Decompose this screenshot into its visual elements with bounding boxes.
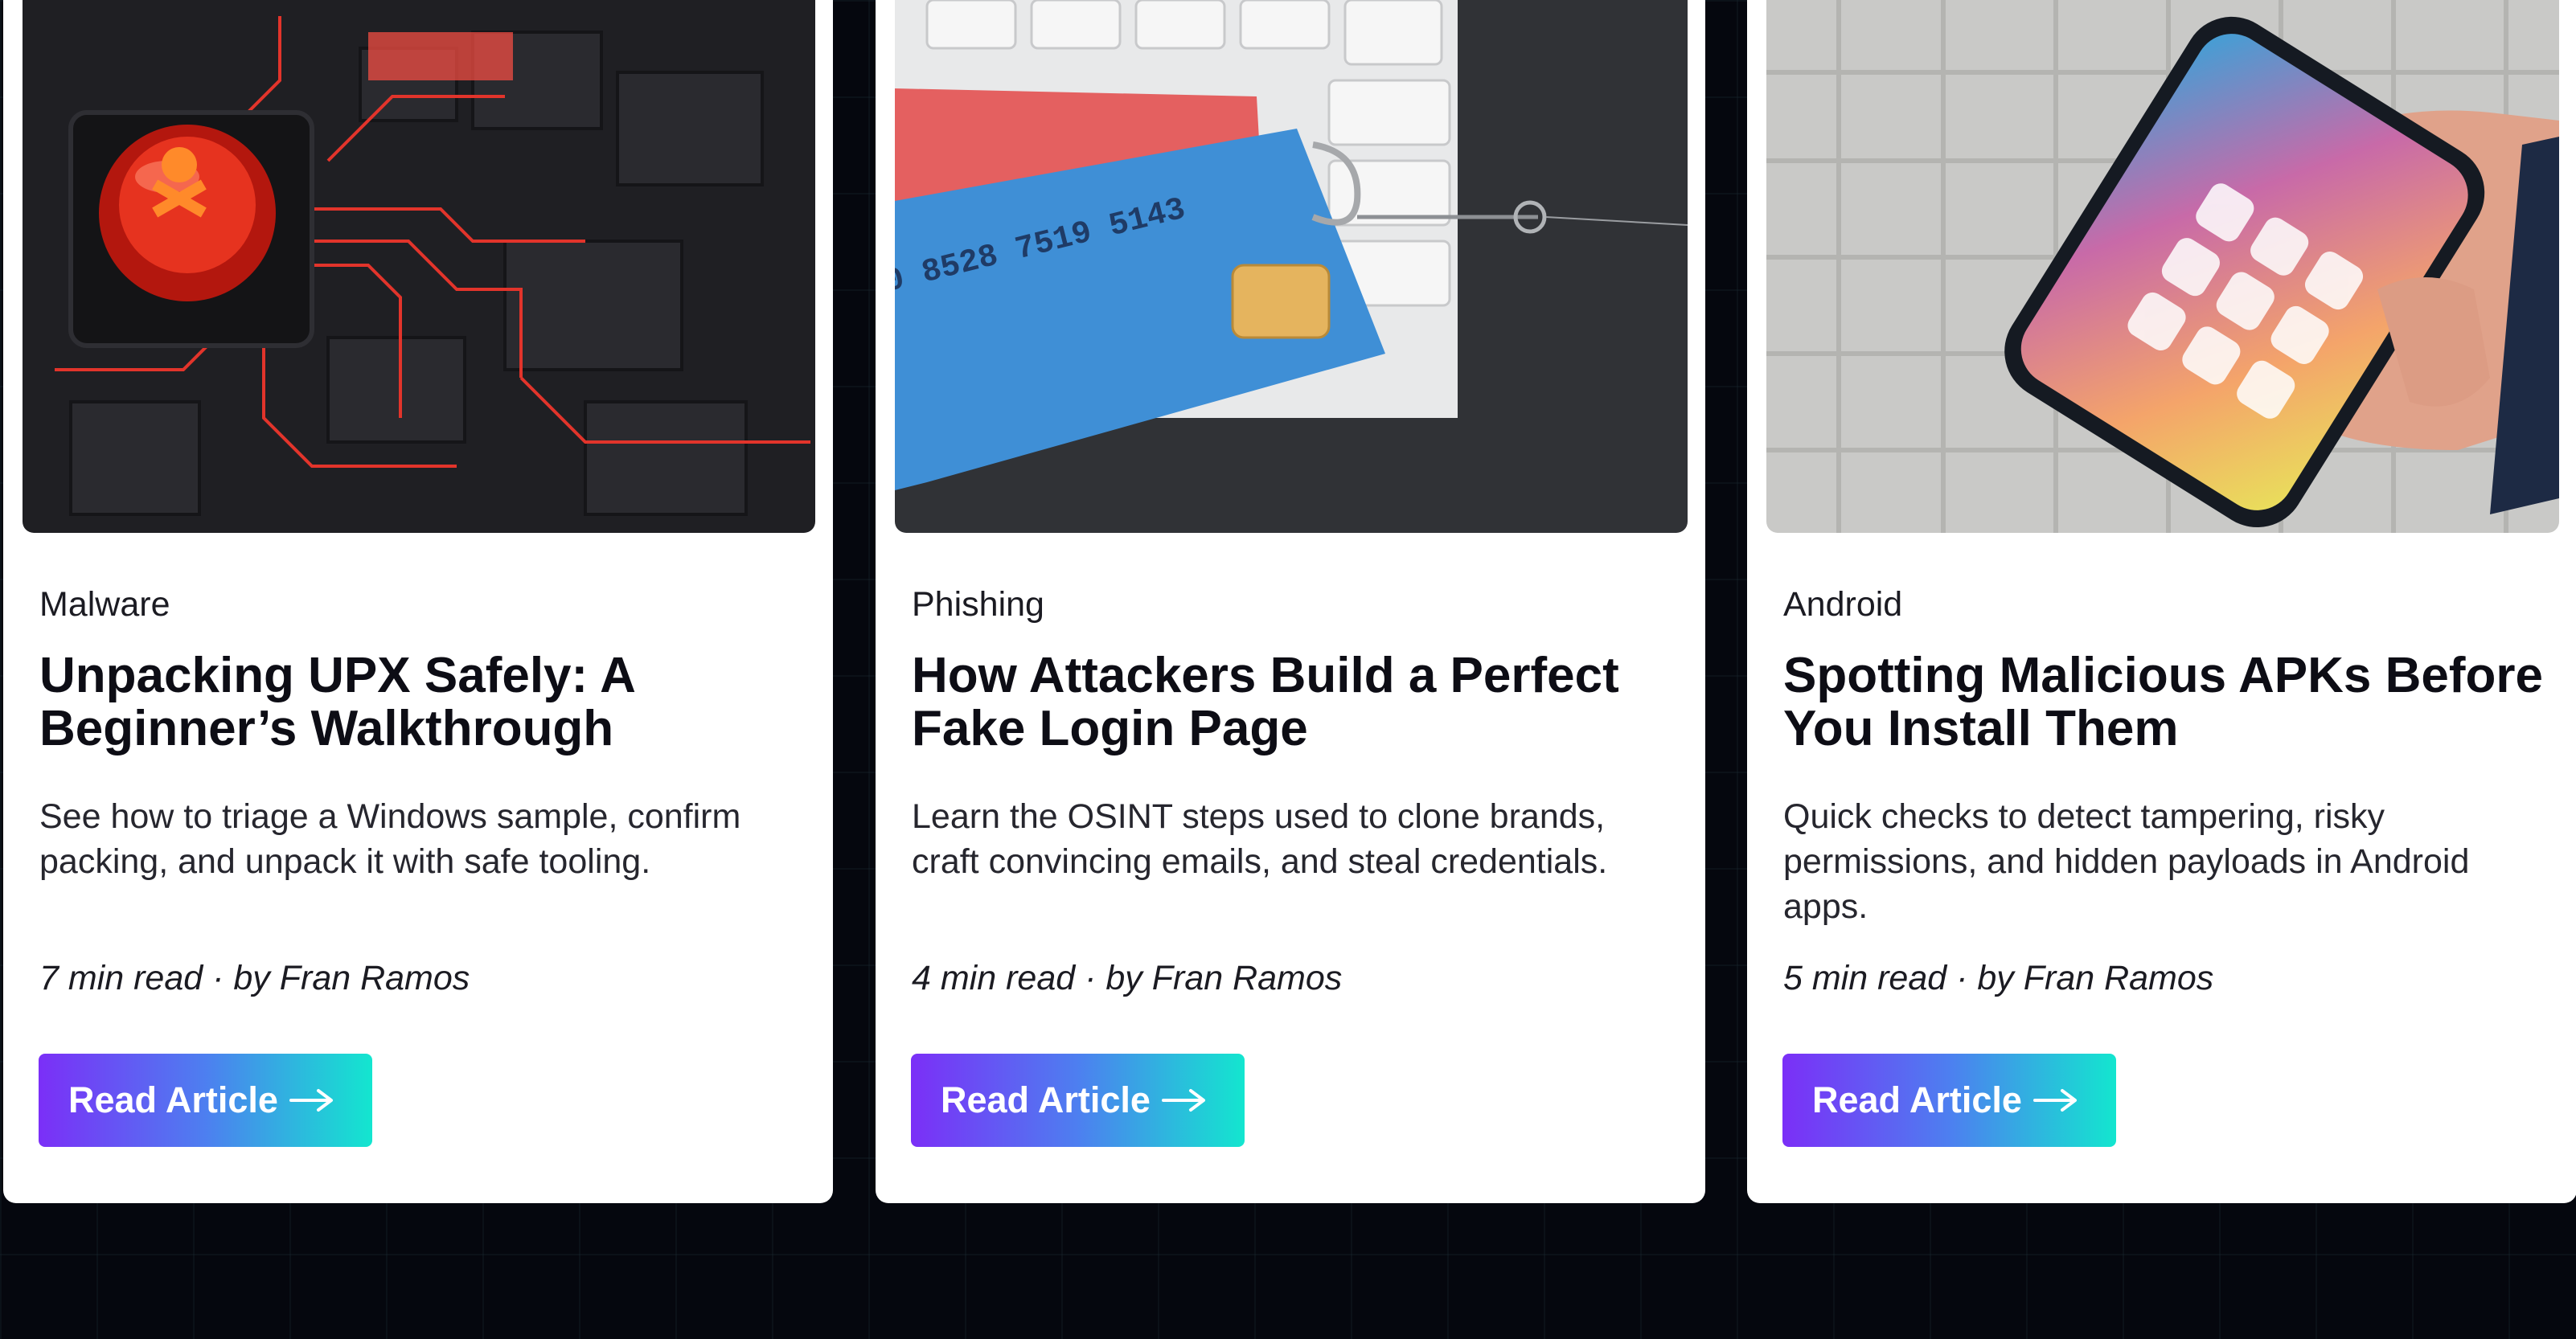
malware-chip-image[interactable] [23, 0, 815, 533]
article-card-malware: Malware Unpacking UPX Safely: A Beginner… [3, 0, 833, 1203]
read-article-button[interactable]: Read Article [1782, 1054, 2116, 1147]
article-description: See how to triage a Windows sample, conf… [39, 797, 741, 881]
read-article-label: Read Article [1812, 1079, 2022, 1120]
arrow-right-icon [2032, 1089, 2077, 1112]
android-phone-image[interactable] [1766, 0, 2559, 533]
article-meta: 4 min read · by Fran Ramos [912, 959, 1343, 997]
read-article-button[interactable]: Read Article [39, 1054, 372, 1147]
article-card-android: Android Spotting Malicious APKs Before Y… [1747, 0, 2576, 1203]
article-title[interactable]: Unpacking UPX Safely: A Beginner’s Walkt… [39, 649, 811, 755]
article-card-phishing: 0 8528 7519 5143 Phishing How Attackers … [876, 0, 1705, 1203]
article-description: Learn the OSINT steps used to clone bran… [912, 797, 1608, 881]
article-category: Android [1783, 585, 1903, 624]
article-meta: 5 min read · by Fran Ramos [1783, 959, 2214, 997]
article-category: Phishing [912, 585, 1044, 624]
read-article-label: Read Article [941, 1079, 1151, 1120]
arrow-right-icon [289, 1089, 333, 1112]
article-title[interactable]: Spotting Malicious APKs Before You Insta… [1783, 649, 2555, 755]
phishing-card-hook-image[interactable]: 0 8528 7519 5143 [895, 0, 1688, 533]
article-category: Malware [39, 585, 170, 624]
arrow-right-icon [1161, 1089, 1205, 1112]
article-title[interactable]: How Attackers Build a Perfect Fake Login… [912, 649, 1684, 755]
article-description: Quick checks to detect tampering, risky … [1783, 797, 2470, 926]
read-article-button[interactable]: Read Article [911, 1054, 1245, 1147]
read-article-label: Read Article [68, 1079, 278, 1120]
article-meta: 7 min read · by Fran Ramos [39, 959, 470, 997]
